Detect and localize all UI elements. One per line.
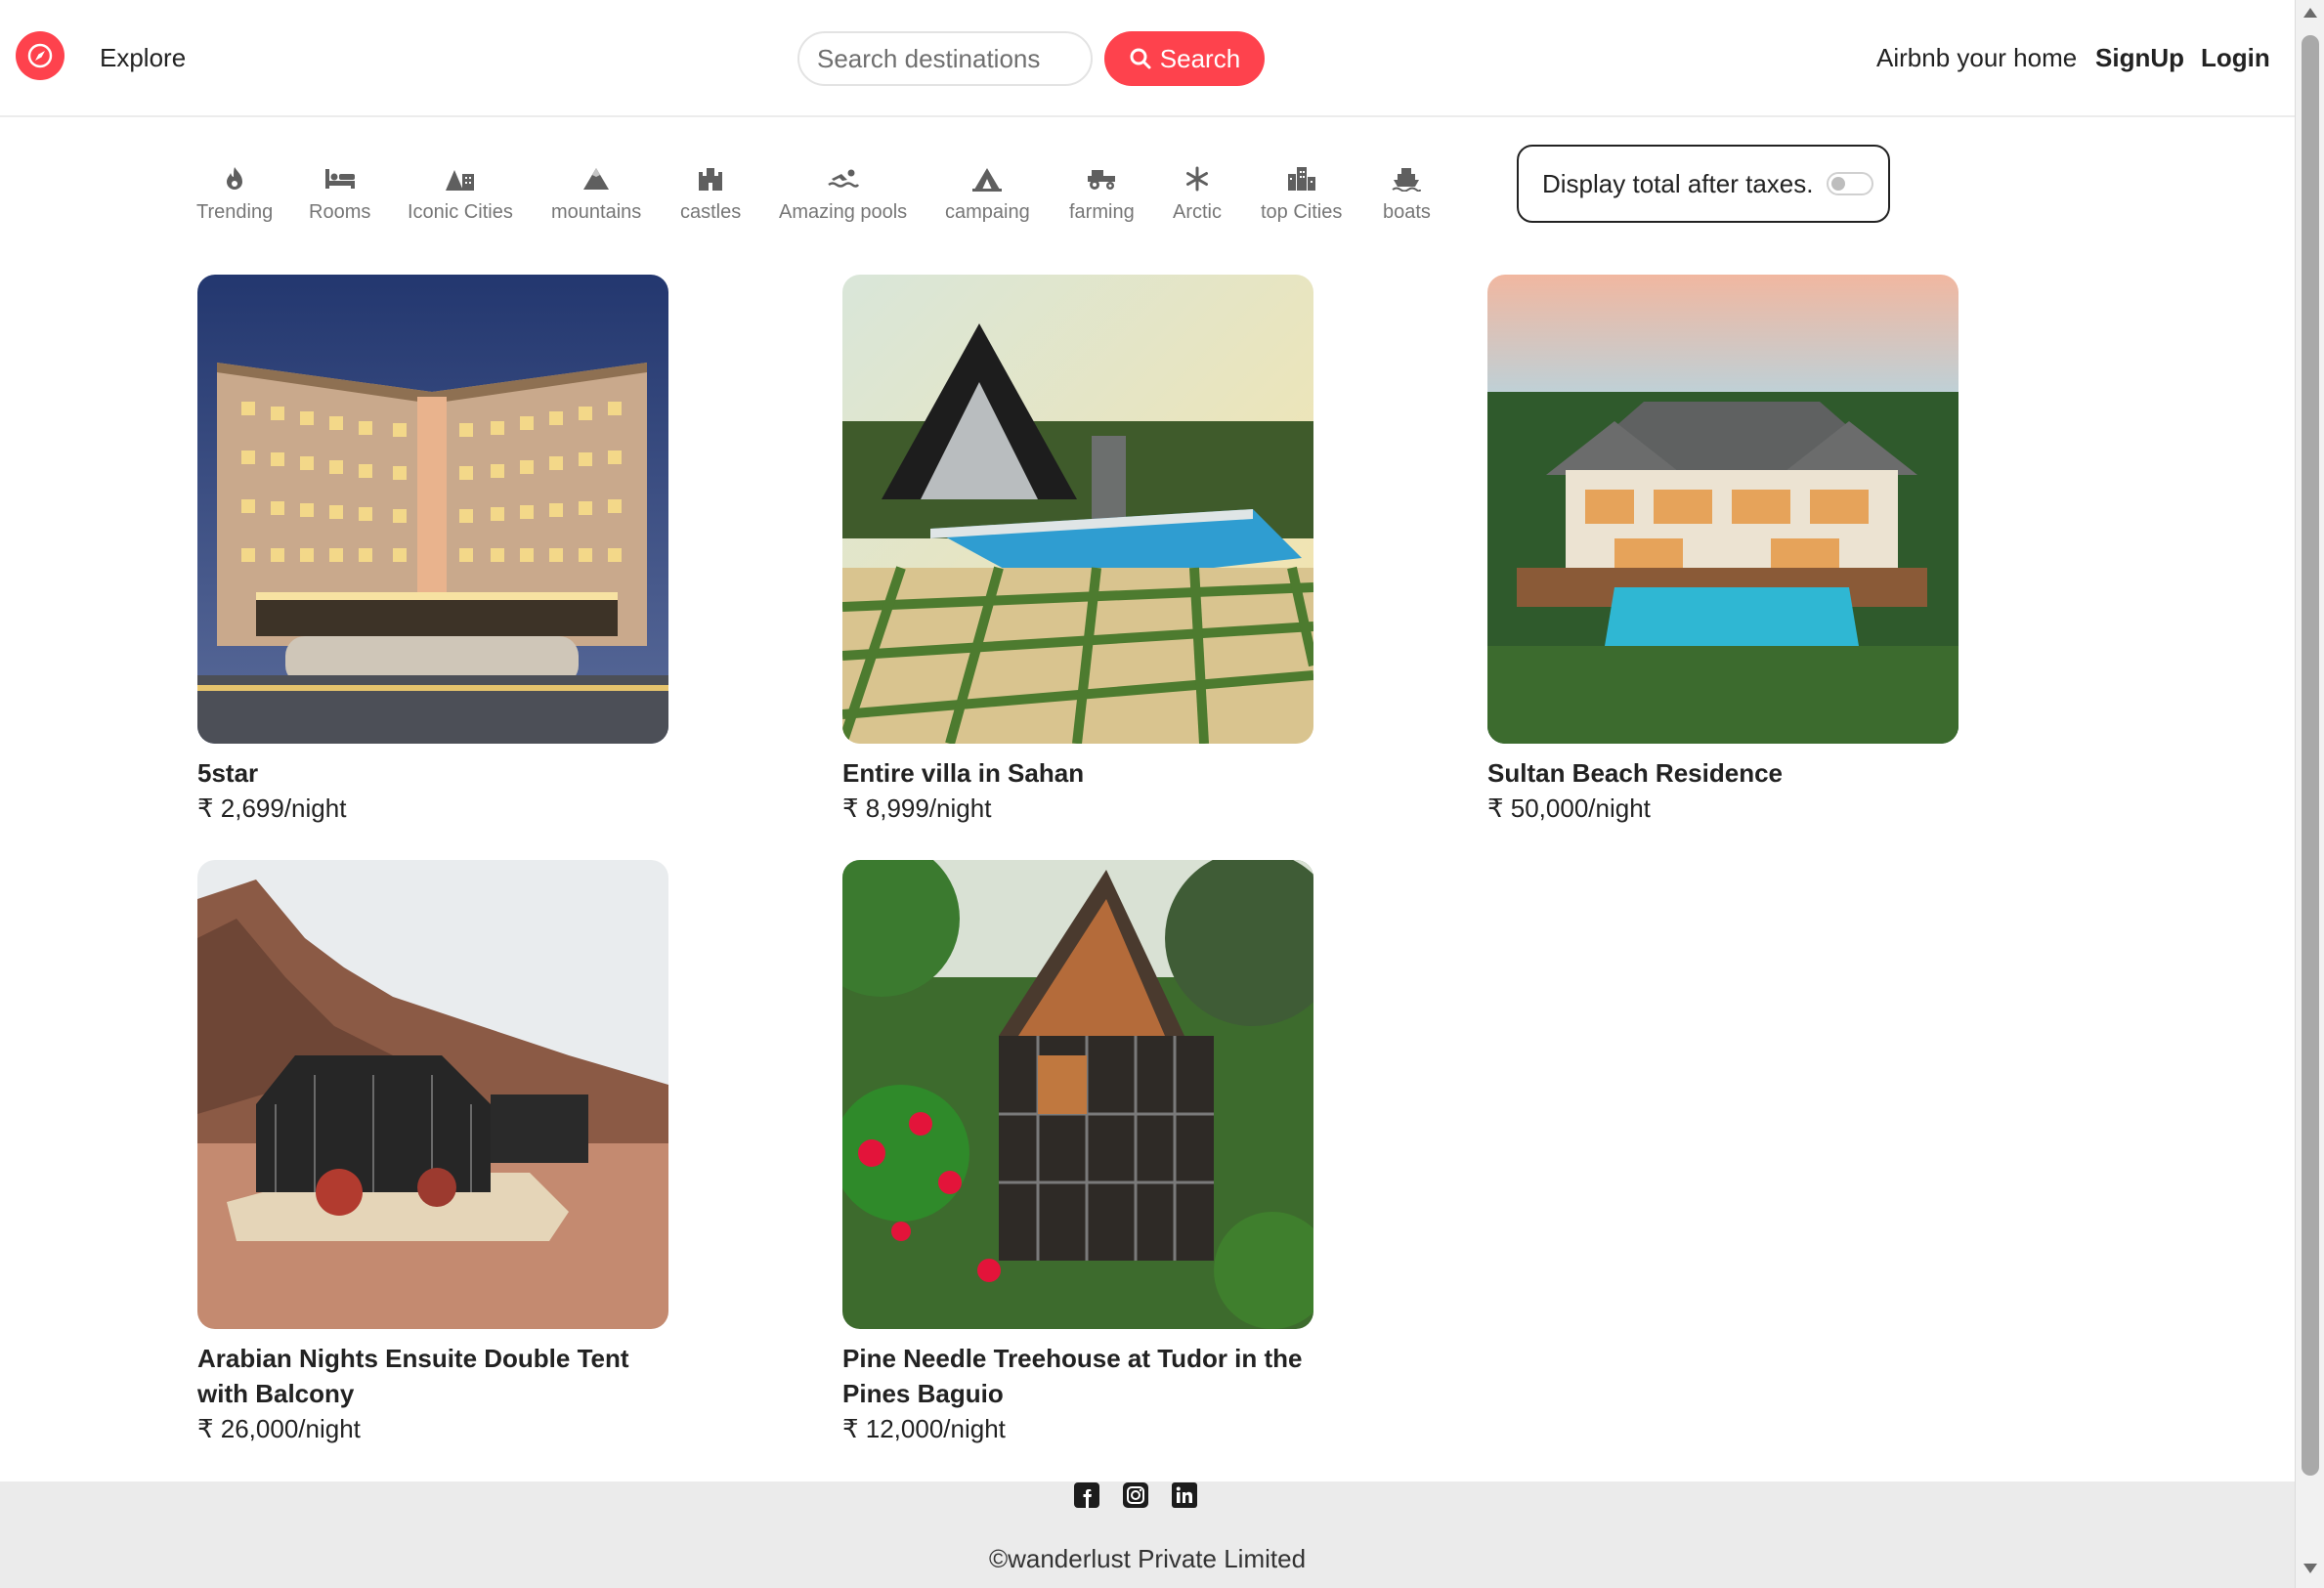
person-swimming-icon [827, 164, 860, 193]
search-placeholder: Search destinations [817, 43, 1041, 73]
campground-icon [970, 164, 1004, 193]
search-input[interactable]: Search destinations [797, 31, 1093, 86]
bed-icon [323, 164, 357, 193]
listing-card[interactable]: 5star ₹ 2,699/night [197, 275, 668, 826]
listing-price: ₹ 26,000/night [197, 1414, 361, 1443]
filter-label: Rooms [309, 201, 371, 223]
listing-card[interactable]: Arabian Nights Ensuite Double Tent with … [197, 860, 668, 1446]
castle-icon [694, 164, 727, 193]
filter-label: Iconic Cities [408, 201, 513, 223]
filter-top-cities[interactable]: top Cities [1261, 164, 1342, 224]
copyright-text: ©wanderlust Private Limited [988, 1544, 1307, 1573]
filter-campaing[interactable]: campaing [945, 164, 1030, 224]
login-link[interactable]: Login [2201, 43, 2270, 73]
navbar: Explore Search destinations Search Airbn… [0, 0, 2295, 117]
listing-price: ₹ 50,000/night [1487, 794, 1651, 823]
listing-image[interactable] [197, 275, 668, 744]
listing-card[interactable]: Sultan Beach Residence ₹ 50,000/night [1487, 275, 1958, 826]
listing-title[interactable]: Sultan Beach Residence [1487, 755, 1958, 791]
tax-toggle[interactable]: Display total after taxes. [1517, 145, 1890, 223]
tax-switch[interactable] [1827, 172, 1874, 195]
tax-toggle-label: Display total after taxes. [1542, 168, 1814, 198]
listing-price: ₹ 2,699/night [197, 794, 347, 823]
filter-rooms[interactable]: Rooms [309, 164, 370, 224]
listing-title[interactable]: 5star [197, 755, 668, 791]
explore-link[interactable]: Explore [100, 43, 186, 73]
signup-link[interactable]: SignUp [2095, 43, 2184, 73]
filter-label: Arctic [1173, 201, 1222, 223]
filter-label: boats [1383, 201, 1431, 223]
listing-card[interactable]: Entire villa in Sahan ₹ 8,999/night [842, 275, 1313, 826]
mountain-city-icon [444, 164, 477, 193]
filter-mountains[interactable]: mountains [551, 164, 641, 224]
listing-title[interactable]: Pine Needle Treehouse at Tudor in the Pi… [842, 1341, 1313, 1411]
listing-image[interactable] [1487, 275, 1958, 744]
filter-amazing-pools[interactable]: Amazing pools [779, 164, 907, 224]
filter-label: Trending [196, 201, 274, 223]
vertical-scrollbar[interactable] [2295, 0, 2324, 1588]
filter-label: farming [1069, 201, 1135, 223]
filter-iconic-cities[interactable]: Iconic Cities [408, 164, 513, 224]
ship-icon [1390, 164, 1423, 193]
filter-boats[interactable]: boats [1383, 164, 1431, 224]
scroll-down-arrow-icon[interactable] [2303, 1564, 2317, 1573]
filter-label: castles [680, 201, 742, 223]
filter-arctic[interactable]: Arctic [1173, 164, 1222, 224]
filter-farming[interactable]: farming [1069, 164, 1135, 224]
listing-price: ₹ 12,000/night [842, 1414, 1006, 1443]
filter-trending[interactable]: Trending [196, 164, 273, 224]
fire-icon [218, 164, 251, 193]
social-links [1073, 1481, 1198, 1509]
mountain-icon [580, 164, 613, 193]
snowflake-icon [1181, 164, 1214, 193]
facebook-icon[interactable] [1073, 1481, 1100, 1509]
filter-label: Amazing pools [779, 201, 908, 223]
search-icon [1130, 48, 1151, 69]
search-button[interactable]: Search [1104, 31, 1265, 86]
instagram-icon[interactable] [1122, 1481, 1149, 1509]
search-button-label: Search [1159, 43, 1241, 73]
filter-label: mountains [551, 201, 642, 223]
listing-image[interactable] [842, 275, 1313, 744]
linkedin-icon[interactable] [1171, 1481, 1198, 1509]
listing-image[interactable] [197, 860, 668, 1329]
scroll-up-arrow-icon[interactable] [2303, 8, 2317, 18]
scroll-thumb[interactable] [2302, 35, 2319, 1476]
listing-price: ₹ 8,999/night [842, 794, 992, 823]
tractor-icon [1085, 164, 1118, 193]
filter-castles[interactable]: castles [680, 164, 741, 224]
listing-title[interactable]: Arabian Nights Ensuite Double Tent with … [197, 1341, 668, 1411]
filter-label: campaing [945, 201, 1030, 223]
listing-image[interactable] [842, 860, 1313, 1329]
city-icon [1285, 164, 1318, 193]
switch-knob [1831, 177, 1846, 191]
airbnb-your-home-link[interactable]: Airbnb your home [1876, 43, 2077, 73]
listing-title[interactable]: Entire villa in Sahan [842, 755, 1313, 791]
compass-icon[interactable] [16, 31, 65, 80]
filter-label: top Cities [1261, 201, 1343, 223]
listing-card[interactable]: Pine Needle Treehouse at Tudor in the Pi… [842, 860, 1313, 1446]
